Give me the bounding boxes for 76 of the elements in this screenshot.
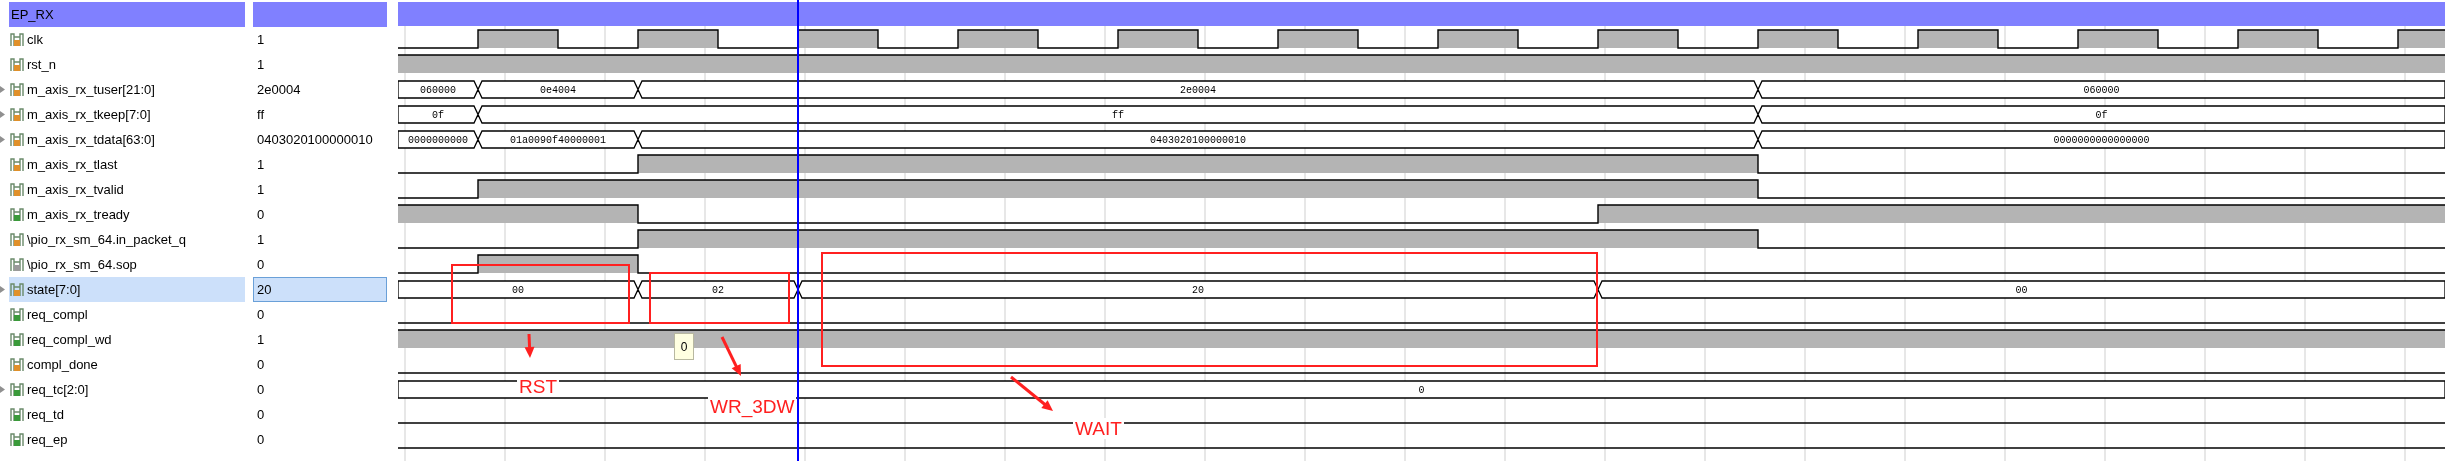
- signal-icon: [10, 282, 24, 297]
- signal-icon: [10, 432, 24, 447]
- signal-value: 0: [256, 206, 266, 224]
- signal-value: 0: [256, 406, 266, 424]
- signal-icon: [10, 107, 24, 122]
- signal-name[interactable]: \pio_rx_sm_64.in_packet_q: [9, 227, 245, 252]
- signal-icon: [10, 332, 24, 347]
- bus-value: 00: [512, 285, 524, 297]
- expand-icon[interactable]: [0, 386, 5, 393]
- bus-value: 2e0004: [1180, 85, 1216, 97]
- signal-name[interactable]: \pio_rx_sm_64.sop: [9, 252, 245, 277]
- signal-value: 20: [253, 277, 387, 302]
- bus-value: 02: [712, 285, 724, 297]
- bus-value: 0: [1418, 385, 1425, 397]
- bus-value: 0000000000000000: [2053, 135, 2150, 147]
- signal-value: 1: [256, 181, 266, 199]
- signal-name[interactable]: rst_n: [9, 52, 245, 77]
- signal-name[interactable]: req_ep: [9, 427, 245, 452]
- signal-name[interactable]: req_td: [9, 402, 245, 427]
- signal-name[interactable]: compl_done: [9, 352, 245, 377]
- signal-name[interactable]: req_tc[2:0]: [9, 377, 245, 402]
- bus-value: 00: [2015, 285, 2028, 297]
- bus-value: 20: [1192, 285, 1204, 297]
- signal-value: 0: [256, 306, 266, 324]
- bus-value: 0000000000: [408, 135, 468, 147]
- signal-name[interactable]: req_compl: [9, 302, 245, 327]
- bus-value: 060000: [420, 85, 456, 97]
- signal-icon: [10, 157, 24, 172]
- signal-icon: [10, 307, 24, 322]
- signal-name[interactable]: m_axis_rx_tvalid: [9, 177, 245, 202]
- signal-icon: [10, 382, 24, 397]
- bus-value: 01a0090f40000001: [510, 135, 606, 147]
- signal-name[interactable]: clk: [9, 27, 245, 52]
- signal-value: 0: [256, 381, 266, 399]
- bus-value: ff: [1112, 110, 1124, 122]
- signal-name[interactable]: req_compl_wd: [9, 327, 245, 352]
- annotation-label: WAIT: [1073, 418, 1124, 439]
- expand-icon[interactable]: [0, 286, 5, 293]
- signal-icon: [10, 57, 24, 72]
- signal-value: 1: [256, 231, 266, 249]
- expand-icon[interactable]: [0, 111, 5, 118]
- signal-value: 1: [256, 331, 266, 349]
- signal-value: ff: [256, 106, 265, 124]
- signal-name[interactable]: m_axis_rx_tkeep[7:0]: [9, 102, 245, 127]
- signal-value: 2e0004: [256, 81, 302, 99]
- expand-icon[interactable]: [0, 136, 5, 143]
- signal-value: 1: [256, 31, 266, 49]
- signal-name[interactable]: m_axis_rx_tlast: [9, 152, 245, 177]
- bus-value: 0f: [432, 110, 444, 122]
- signal-value: 0403020100000010: [256, 131, 374, 149]
- signal-value: 0: [256, 356, 266, 374]
- signal-name[interactable]: m_axis_rx_tuser[21:0]: [9, 77, 245, 102]
- signal-value: 1: [256, 56, 266, 74]
- signal-icon: [10, 257, 24, 272]
- signal-icon: [10, 357, 24, 372]
- tooltip: 0: [674, 333, 694, 360]
- signal-icon: [10, 82, 24, 97]
- signal-value: 0: [256, 431, 266, 449]
- bus-value: 0e4004: [540, 85, 576, 97]
- signal-icon: [10, 132, 24, 147]
- signal-icon: [10, 182, 24, 197]
- signal-value: 0: [256, 256, 266, 274]
- bus-value: 0f: [2095, 110, 2108, 122]
- signal-value: 1: [256, 156, 266, 174]
- bus-value: 060000: [2083, 85, 2120, 97]
- bus-value: 0403020100000010: [1150, 135, 1246, 147]
- signal-icon: [10, 207, 24, 222]
- annotation-label: WR_3DW: [708, 396, 797, 417]
- signal-icon: [10, 407, 24, 422]
- signal-name[interactable]: state[7:0]: [9, 277, 245, 302]
- expand-icon[interactable]: [0, 86, 5, 93]
- signal-icon: [10, 232, 24, 247]
- signal-name[interactable]: m_axis_rx_tdata[63:0]: [9, 127, 245, 152]
- signal-icon: [10, 32, 24, 47]
- panel-title: EP_RX: [9, 2, 245, 27]
- signal-name[interactable]: m_axis_rx_tready: [9, 202, 245, 227]
